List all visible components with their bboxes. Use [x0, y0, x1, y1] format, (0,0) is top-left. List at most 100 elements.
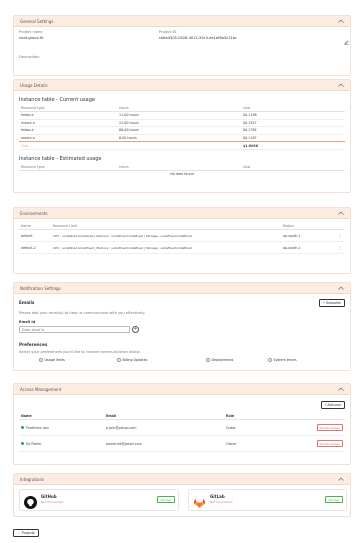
- notification-settings-header[interactable]: Notification Settings: [14, 283, 350, 294]
- environments-header[interactable]: Environments: [14, 208, 350, 219]
- revoke-access-button[interactable]: Revoke access: [316, 439, 343, 448]
- table-cell: 6.00 hours: [117, 134, 241, 143]
- notification-settings-card: Notification Settings + Subscribe Emails…: [13, 282, 351, 371]
- table-row: default CPU : undefined,Undefined | Memo…: [19, 229, 345, 242]
- cost-label: Cost: [19, 141, 117, 150]
- radio-button[interactable]: [268, 358, 272, 362]
- user-role: Owner: [224, 435, 305, 452]
- gitlab-integration: GitLab Not Connected Connect: [188, 489, 347, 511]
- general-settings-header[interactable]: General Settings: [14, 16, 350, 27]
- subscribe-button[interactable]: + Subscribe: [319, 299, 345, 307]
- gitlab-icon: [193, 494, 206, 513]
- card-title: Usage Details: [20, 82, 48, 88]
- connect-button[interactable]: Connect: [324, 496, 343, 504]
- email-id-label: Email id: [19, 320, 36, 324]
- user-email: p.jain@yahoo.com: [104, 419, 224, 436]
- usage-details-body: Instance table - Current usage Resource …: [14, 91, 350, 181]
- table-cell: $0.1784: [241, 126, 345, 135]
- usage-details-header[interactable]: Usage Details: [14, 80, 350, 91]
- chevron-up-icon[interactable]: [337, 210, 344, 217]
- edit-icon[interactable]: [344, 30, 349, 49]
- usage-details-card: Usage Details Instance table - Current u…: [13, 79, 351, 193]
- user-name-cell: Ed Peeler: [19, 435, 104, 452]
- emails-title: Emails: [19, 300, 35, 305]
- project-name-value: neat-grace-fd: [19, 36, 44, 40]
- card-title: General Settings: [20, 18, 54, 24]
- connect-button[interactable]: Connect: [156, 496, 175, 504]
- table-row: moore-a 6.00 hours $0.1187: [19, 134, 345, 143]
- integration-status: Not Connected: [210, 500, 233, 504]
- radio-button[interactable]: [206, 358, 210, 362]
- environments-table: Name Resource Limit Region default CPU :…: [19, 223, 345, 254]
- chevron-up-icon[interactable]: [337, 18, 344, 25]
- table-cell: feeba-a: [19, 126, 117, 135]
- environment-region: ap-south-1: [281, 241, 335, 254]
- table-cell: 66.00 hours: [117, 126, 241, 135]
- project-id-value: cb8a4305-0428-4011-93c3-ee1bf6a5c21bc: [159, 36, 238, 40]
- general-settings-card: General Settings Project name neat-grace…: [13, 15, 351, 76]
- chevron-up-icon[interactable]: [337, 386, 344, 393]
- table-cell: $0.1198: [241, 111, 345, 120]
- access-management-header[interactable]: Access Management: [14, 384, 350, 395]
- table-cell: moore-a: [19, 134, 117, 143]
- integration-status: Not Connected: [41, 500, 64, 504]
- empty-row: No data found: [19, 170, 345, 177]
- estimated-usage-title: Instance table - Estimated usage: [19, 155, 102, 162]
- table-row: Preetham Jain p.jain@yahoo.com Guest Rev…: [19, 419, 345, 436]
- table-row: feeba-a 66.00 hours $0.1784: [19, 126, 345, 135]
- preference-billing-updates[interactable]: Billing Updates: [117, 358, 147, 362]
- integrations-card: Integrations GitHub Not Connected Connec…: [13, 473, 351, 517]
- project-id-label: Project ID: [159, 30, 177, 34]
- online-status-icon: [21, 442, 24, 445]
- access-table: Name Email Role Preetham Jain p.jain@yah…: [19, 413, 345, 452]
- environment-limits: CPU : undefined,Undefined | Memory : und…: [51, 241, 281, 254]
- more-options-icon[interactable]: ⋮: [335, 241, 345, 254]
- preference-label: System errors: [273, 358, 297, 362]
- project-name-label: Project name: [19, 30, 43, 34]
- environments-body: Name Resource Limit Region default CPU :…: [14, 219, 350, 258]
- integration-name: GitLab: [210, 494, 225, 499]
- preferences-title: Preferences: [19, 342, 48, 347]
- cost-total: $1.0096: [241, 141, 345, 150]
- more-options-icon[interactable]: ⋮: [335, 229, 345, 242]
- user-name: Preetham Jain: [26, 425, 49, 430]
- integrations-header[interactable]: Integrations: [14, 474, 350, 485]
- total-cost-row: Cost $1.0096: [19, 141, 345, 150]
- description-label: Description: [19, 55, 40, 59]
- chevron-up-icon[interactable]: [337, 476, 344, 483]
- environment-limits: CPU : undefined,Undefined | Memory : und…: [51, 229, 281, 242]
- table-row: default-2 CPU : undefined,Undefined | Me…: [19, 241, 345, 254]
- email-input[interactable]: [19, 326, 130, 333]
- add-user-button[interactable]: + Add user: [320, 401, 345, 409]
- environment-name: default: [19, 229, 51, 242]
- notification-settings-body: + Subscribe Emails Please add your email…: [14, 294, 350, 370]
- table-cell: $0.1187: [241, 134, 345, 143]
- table-cell: $0.1927: [241, 119, 345, 128]
- no-data-text: No data found: [170, 172, 194, 177]
- table-cell: feeba-a: [19, 111, 117, 120]
- back-to-projects-button[interactable]: ← Projects: [13, 529, 39, 537]
- preference-label: Billing Updates: [122, 358, 148, 362]
- github-integration: GitHub Not Connected Connect: [19, 489, 179, 511]
- card-title: Access Management: [20, 386, 62, 392]
- card-title: Environments: [20, 210, 48, 216]
- preference-usage-limits[interactable]: Usage limits: [39, 358, 65, 362]
- radio-button[interactable]: [117, 358, 121, 362]
- github-icon: [24, 494, 37, 513]
- preference-deployments[interactable]: Deployments: [206, 358, 233, 362]
- user-email: peeler.ed@gmail.com: [104, 435, 224, 452]
- access-table-wrapper: Name Email Role Preetham Jain p.jain@yah…: [19, 413, 345, 452]
- add-email-icon[interactable]: +: [132, 326, 139, 333]
- table-cell: 22.00 hours: [117, 119, 241, 128]
- chevron-up-icon[interactable]: [337, 285, 344, 292]
- chevron-up-icon[interactable]: [337, 82, 344, 89]
- table-row: moore-a 22.00 hours $0.1927: [19, 119, 345, 128]
- table-row: Ed Peeler peeler.ed@gmail.com Owner Revo…: [19, 435, 345, 452]
- preference-system-errors[interactable]: System errors: [268, 358, 297, 362]
- integration-name: GitHub: [41, 494, 57, 499]
- integrations-body: GitHub Not Connected Connect GitLab Not …: [14, 485, 350, 516]
- current-usage-title: Instance table - Current usage: [19, 97, 95, 103]
- radio-button[interactable]: [39, 358, 43, 362]
- card-title: Integrations: [20, 476, 45, 482]
- revoke-access-button[interactable]: Revoke access: [316, 423, 343, 432]
